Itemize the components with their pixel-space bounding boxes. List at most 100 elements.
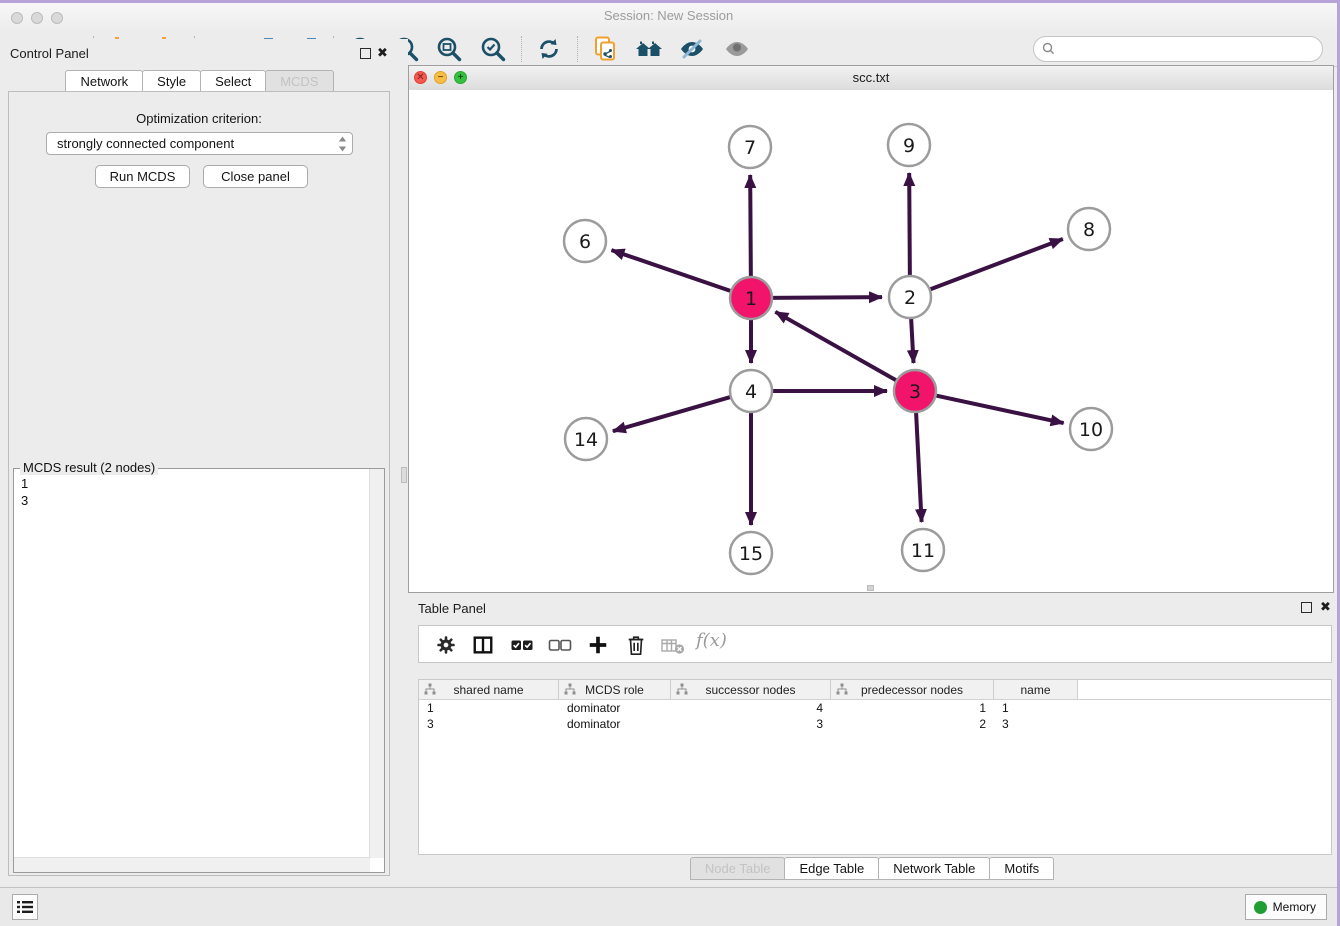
node-9[interactable]: 9 xyxy=(888,124,930,166)
node-2[interactable]: 2 xyxy=(889,276,931,318)
tab-motifs[interactable]: Motifs xyxy=(989,857,1054,880)
deselect-all-button[interactable] xyxy=(547,632,573,658)
home-icon xyxy=(635,36,663,62)
criterion-dropdown[interactable]: strongly connected component xyxy=(46,132,353,155)
delete-column-button[interactable] xyxy=(623,632,649,658)
splitter-grip[interactable] xyxy=(401,467,407,483)
node-15[interactable]: 15 xyxy=(730,532,772,574)
node-3[interactable]: 3 xyxy=(894,370,936,412)
column-header-label: name xyxy=(1020,683,1050,697)
table-row[interactable]: 1dominator411 xyxy=(419,700,1331,716)
edge-4-to-14[interactable] xyxy=(613,396,734,431)
edge-3-to-10[interactable] xyxy=(933,395,1064,423)
show-icon xyxy=(723,37,751,61)
table-row[interactable]: 3dominator323 xyxy=(419,716,1331,732)
titlebar[interactable]: Session: New Session xyxy=(0,3,1337,31)
cell-predecessor-nodes: 2 xyxy=(831,716,994,732)
cell-predecessor-nodes: 1 xyxy=(831,700,994,716)
column-header-successor-nodes[interactable]: successor nodes xyxy=(671,680,831,699)
control-panel-title: Control Panel xyxy=(10,46,89,61)
edge-2-to-8[interactable] xyxy=(927,239,1063,291)
memory-button[interactable]: Memory xyxy=(1245,894,1327,920)
vertical-scrollbar[interactable] xyxy=(369,469,384,858)
delete-table-button[interactable] xyxy=(660,632,686,658)
home-button[interactable] xyxy=(634,34,664,64)
zoom-fit-button[interactable] xyxy=(434,34,464,64)
refresh-button[interactable] xyxy=(534,34,564,64)
control-panel: Control Panel ✖ NetworkStyleSelectMCDS O… xyxy=(0,39,400,888)
settings-gear-button[interactable] xyxy=(433,632,459,658)
column-header-predecessor-nodes[interactable]: predecessor nodes xyxy=(831,680,994,699)
function-builder-button[interactable]: f(x) xyxy=(696,630,727,651)
hide-button[interactable] xyxy=(677,34,707,64)
search-field[interactable] xyxy=(1033,36,1323,62)
select-all-button[interactable] xyxy=(509,632,535,658)
close-panel-icon[interactable]: ✖ xyxy=(377,45,388,60)
close-panel-button[interactable]: Close panel xyxy=(203,165,308,188)
edge-3-to-11[interactable] xyxy=(916,409,922,522)
application-window: Session: New Session xyxy=(0,3,1337,926)
refresh-icon xyxy=(536,36,562,62)
delete-table-icon xyxy=(660,634,686,656)
run-mcds-button[interactable]: Run MCDS xyxy=(95,165,190,188)
split-panel-button[interactable] xyxy=(470,632,496,658)
cell-name: 3 xyxy=(994,716,1078,732)
column-header-label: successor nodes xyxy=(705,683,795,697)
panel-splitter[interactable] xyxy=(400,39,408,888)
column-header-mcds-role[interactable]: MCDS role xyxy=(559,680,671,699)
status-bar: Memory xyxy=(0,887,1337,926)
tab-network[interactable]: Network xyxy=(65,70,143,93)
task-history-button[interactable] xyxy=(12,894,38,920)
network-clipboard-button[interactable] xyxy=(590,34,620,64)
edge-2-to-3[interactable] xyxy=(911,315,914,363)
network-canvas[interactable]: 7 9 6 8 1 2 4 3 14 10 15 11 xyxy=(409,90,1333,592)
node-1[interactable]: 1 xyxy=(730,277,772,319)
edge-1-to-2[interactable] xyxy=(769,297,882,298)
edge-1-to-7[interactable] xyxy=(750,175,751,280)
tab-node-table[interactable]: Node Table xyxy=(690,857,786,880)
tab-select[interactable]: Select xyxy=(200,70,266,93)
node-14[interactable]: 14 xyxy=(565,418,607,460)
toolbar-separator xyxy=(577,36,578,62)
tab-style[interactable]: Style xyxy=(142,70,201,93)
network-window-title: scc.txt xyxy=(409,70,1333,85)
tab-mcds[interactable]: MCDS xyxy=(265,70,333,93)
network-window-titlebar[interactable]: ✕ − + scc.txt xyxy=(409,66,1333,91)
node-8[interactable]: 8 xyxy=(1068,208,1110,250)
svg-text:10: 10 xyxy=(1079,419,1103,441)
optimization-criterion-label: Optimization criterion: xyxy=(9,111,389,126)
cell-shared-name: 1 xyxy=(419,700,559,716)
svg-text:6: 6 xyxy=(579,231,591,253)
show-button[interactable] xyxy=(722,34,752,64)
float-panel-icon[interactable] xyxy=(360,48,371,59)
close-table-panel-icon[interactable]: ✖ xyxy=(1320,599,1331,614)
float-table-panel-icon[interactable] xyxy=(1301,602,1312,613)
tab-edge-table[interactable]: Edge Table xyxy=(784,857,879,880)
node-6[interactable]: 6 xyxy=(564,220,606,262)
edge-3-to-1[interactable] xyxy=(775,312,899,382)
cell-shared-name: 3 xyxy=(419,716,559,732)
mcds-result-title: MCDS result (2 nodes) xyxy=(20,460,158,475)
window-resize-handle[interactable] xyxy=(867,585,874,591)
node-7[interactable]: 7 xyxy=(729,126,771,168)
column-header-shared-name[interactable]: shared name xyxy=(419,680,559,699)
list-icon xyxy=(17,900,33,914)
search-icon xyxy=(1042,42,1055,55)
tab-network-table[interactable]: Network Table xyxy=(878,857,990,880)
zoom-selected-button[interactable] xyxy=(478,34,508,64)
add-column-button[interactable] xyxy=(585,632,611,658)
edge-2-to-9[interactable] xyxy=(909,173,910,279)
svg-text:3: 3 xyxy=(909,381,921,403)
node-11[interactable]: 11 xyxy=(902,529,944,571)
add-column-icon xyxy=(587,634,609,656)
node-10[interactable]: 10 xyxy=(1070,408,1112,450)
svg-text:7: 7 xyxy=(744,137,756,159)
column-header-name[interactable]: name xyxy=(994,680,1078,699)
edge-1-to-6[interactable] xyxy=(611,250,733,292)
search-input[interactable] xyxy=(1060,39,1314,59)
node-4[interactable]: 4 xyxy=(730,370,772,412)
zoom-fit-icon xyxy=(436,36,462,62)
svg-text:15: 15 xyxy=(739,543,763,565)
horizontal-scrollbar[interactable] xyxy=(14,857,370,872)
mcds-result-box: MCDS result (2 nodes) 13 xyxy=(13,468,385,873)
